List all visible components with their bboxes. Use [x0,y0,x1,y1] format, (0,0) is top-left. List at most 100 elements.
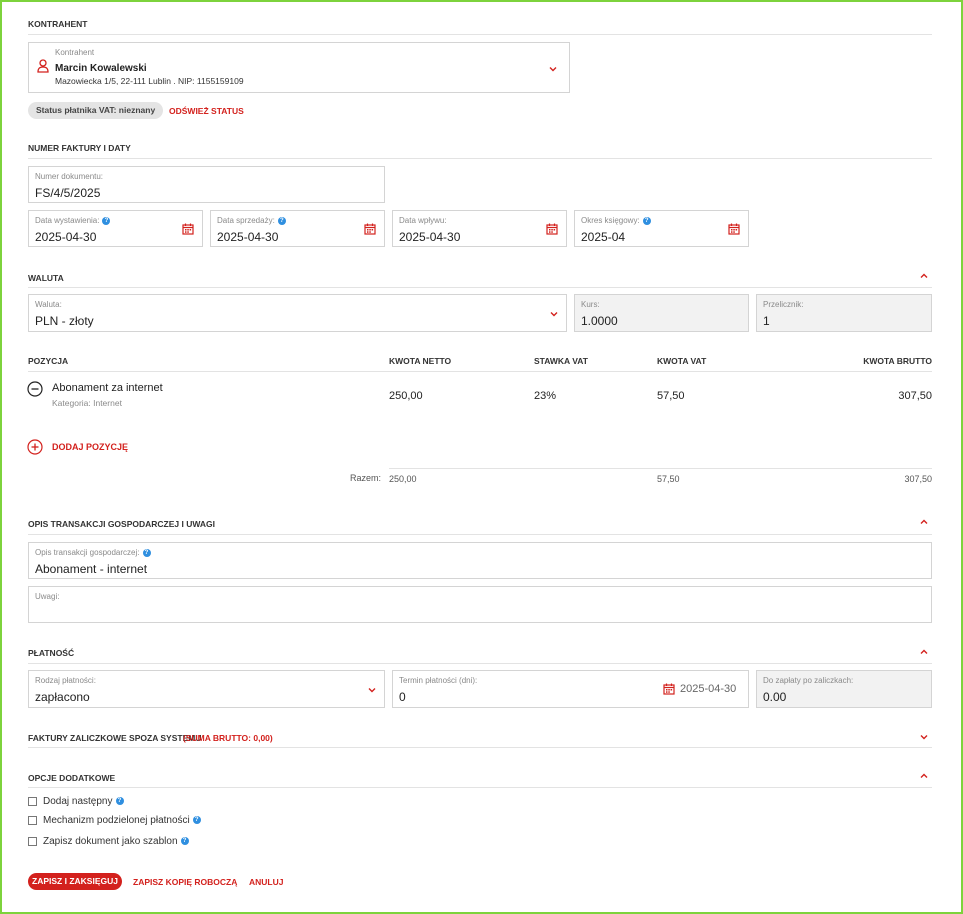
contractor-name: Marcin Kowalewski [55,63,147,74]
document-number-value: FS/4/5/2025 [35,186,101,200]
receipt-date-value: 2025-04-30 [399,230,461,244]
help-icon[interactable]: ? [642,216,651,225]
help-icon[interactable]: ? [115,797,124,806]
chevron-up-icon[interactable] [919,647,929,657]
payment-due-date: 2025-04-30 [680,683,737,695]
notes-label: Uwagi: [35,592,60,601]
issue-date-field[interactable]: Data wystawienia:? 2025-04-30 [28,210,203,247]
contractor-field-label: Kontrahent [55,48,95,57]
add-next-label-wrap: Dodaj następny? [43,796,124,807]
calendar-icon[interactable] [546,223,558,235]
calendar-icon[interactable] [364,223,376,235]
exchange-rate-value: 1.0000 [581,314,618,328]
position-vat-amount: 57,50 [657,390,685,402]
calendar-icon[interactable] [182,223,194,235]
cancel-button[interactable]: ANULUJ [249,877,283,887]
payment-section-title: PŁATNOŚĆ [28,648,75,658]
split-payment-label-wrap: Mechanizm podzielonej płatności? [43,815,201,826]
calendar-icon[interactable] [663,683,675,695]
desc-value: Abonament - internet [35,562,148,576]
contractor-details: Mazowiecka 1/5, 22-111 Lublin . NIP: 115… [55,76,244,86]
payment-term-field[interactable]: Termin płatności (dni): 0 2025-04-30 [392,670,749,708]
notes-field[interactable]: Uwagi: [28,586,932,623]
position-net: 250,00 [389,390,423,402]
add-next-label: Dodaj następny [43,796,113,807]
help-icon[interactable]: ? [142,548,151,557]
receipt-date-field[interactable]: Data wpływu: 2025-04-30 [392,210,567,247]
page-frame [0,0,963,914]
sale-date-field[interactable]: Data sprzedaży:? 2025-04-30 [210,210,385,247]
position-name[interactable]: Abonament za internet [52,382,163,394]
add-position-label: DODAJ POZYCJĘ [52,442,129,452]
currency-select[interactable]: Waluta: PLN - złoty [28,294,567,332]
converter-label: Przelicznik: [763,300,804,309]
divider [28,34,932,35]
payment-type-label: Rodzaj płatności: [35,676,96,685]
payment-type-select[interactable]: Rodzaj płatności: zapłacono [28,670,385,708]
divider [389,468,932,469]
payment-type-value: zapłacono [35,690,90,704]
calendar-icon[interactable] [728,223,740,235]
save-template-label-wrap: Zapisz dokument jako szablon? [43,836,189,847]
help-icon[interactable]: ? [277,216,286,225]
document-number-field[interactable]: Numer dokumentu: FS/4/5/2025 [28,166,385,203]
converter-field: Przelicznik: 1 [756,294,932,332]
divider [28,747,932,748]
currency-value: PLN - złoty [35,314,94,328]
issue-date-label: Data wystawienia: [35,216,100,225]
receipt-date-label: Data wpływu: [399,216,447,225]
help-icon[interactable]: ? [102,216,111,225]
issue-date-label-wrap: Data wystawienia:? [35,216,111,225]
divider [28,663,932,664]
sale-date-value: 2025-04-30 [217,230,279,244]
vat-status-badge: Status płatnika VAT: nieznany [28,102,164,119]
payment-term-label: Termin płatności (dni): [399,676,478,685]
divider [28,371,932,372]
contractor-select[interactable]: Kontrahent Marcin Kowalewski Mazowiecka … [28,42,570,93]
chevron-down-icon [550,312,558,317]
col-header-vat-rate: STAWKA VAT [534,356,588,366]
save-draft-button[interactable]: ZAPISZ KOPIĘ ROBOCZĄ [133,877,237,887]
col-header-gross: KWOTA BRUTTO [863,356,932,366]
period-value: 2025-04 [581,230,626,244]
chevron-down-icon[interactable] [919,732,929,742]
exchange-rate-label: Kurs: [581,300,600,309]
chevron-down-icon [549,67,557,72]
to-pay-field: Do zapłaty po zaliczkach: 0.00 [756,670,932,708]
chevron-up-icon[interactable] [919,517,929,527]
chevron-up-icon[interactable] [919,771,929,781]
refresh-status-button[interactable]: ODŚWIEŻ STATUS [169,106,244,116]
person-icon [37,59,49,73]
accounting-period-field[interactable]: Okres księgowy:? 2025-04 [574,210,749,247]
help-icon[interactable]: ? [192,816,201,825]
save-template-label: Zapisz dokument jako szablon [43,836,178,847]
total-net: 250,00 [389,474,417,484]
invoice-section-title: NUMER FAKTURY I DATY [28,143,131,153]
help-icon[interactable]: ? [180,837,189,846]
position-category: Kategoria: Internet [52,398,122,408]
total-vat: 57,50 [657,474,680,484]
period-label: Okres księgowy: [581,216,640,225]
chevron-down-icon [368,688,376,693]
split-payment-label: Mechanizm podzielonej płatności [43,815,190,826]
save-and-post-button[interactable]: ZAPISZ I ZAKSIĘGUJ [28,873,122,890]
divider [28,287,932,288]
total-label: Razem: [349,473,381,483]
currency-label: Waluta: [35,300,62,309]
transaction-description-field[interactable]: Opis transakcji gospodarczej:? Abonament… [28,542,932,579]
position-gross: 307,50 [898,390,932,402]
divider [28,787,932,788]
add-next-checkbox[interactable] [28,797,37,806]
save-template-checkbox[interactable] [28,837,37,846]
desc-label-wrap: Opis transakcji gospodarczej:? [35,548,151,557]
sale-date-label: Data sprzedaży: [217,216,275,225]
options-section-title: OPCJE DODATKOWE [28,773,116,783]
col-header-position: POZYCJA [28,356,69,366]
remove-position-icon[interactable] [27,381,43,397]
chevron-up-icon[interactable] [919,271,929,281]
split-payment-checkbox[interactable] [28,816,37,825]
col-header-net: KWOTA NETTO [389,356,452,366]
divider [28,158,932,159]
plus-circle-icon [27,439,43,455]
currency-section-title: WALUTA [28,273,64,283]
